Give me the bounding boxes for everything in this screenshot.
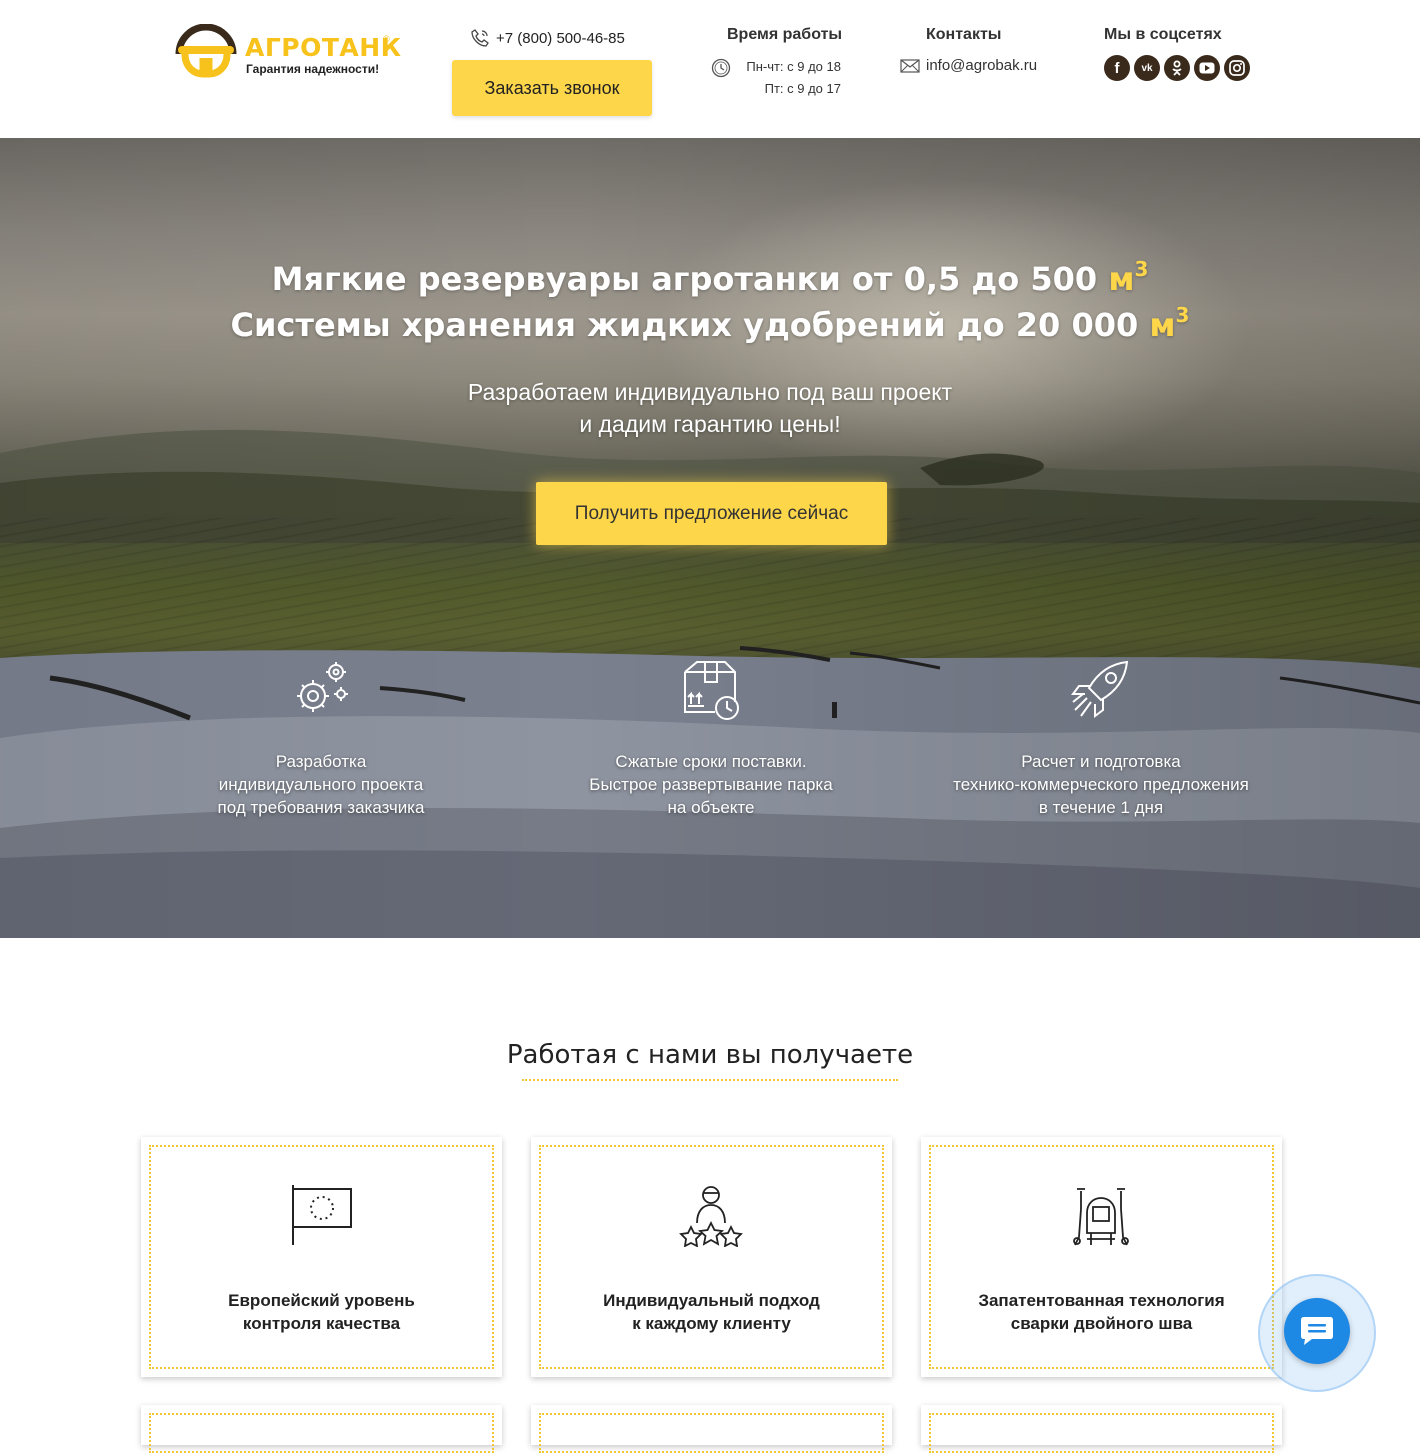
phone-number: +7 (800) 500-46-85	[496, 29, 625, 47]
get-offer-button[interactable]: Получить предложение сейчас	[536, 482, 887, 545]
card-text: Запатентованная технология сварки двойно…	[978, 1291, 1225, 1333]
site-header: АГРОТАНК ® Гарантия надежности! +7 (800)…	[0, 0, 1420, 138]
hero-section: Мягкие резервуары агротанки от 0,5 до 50…	[0, 138, 1420, 938]
hero-subtitle-line-2: и дадим гарантию цены!	[579, 411, 841, 437]
title-underline	[522, 1079, 898, 1081]
email-address: info@agrobak.ru	[926, 57, 1038, 74]
section-title: Работая с нами вы получаете	[506, 1040, 914, 1070]
logo-registered: ®	[383, 34, 390, 44]
hero-title: Мягкие резервуары агротанки от 0,5 до 50…	[210, 256, 1210, 348]
benefit-card-4	[141, 1405, 502, 1453]
logo-tagline: Гарантия надежности!	[246, 62, 380, 76]
unit-m3: м3	[1149, 303, 1190, 344]
hours-title: Время работы	[727, 26, 843, 43]
benefit-card-5	[531, 1405, 892, 1453]
feature-text: Расчет и подготовка технико-коммерческог…	[953, 752, 1249, 817]
odnoklassniki-icon[interactable]	[1164, 55, 1190, 81]
benefit-card-2: Индивидуальный подход к каждому клиенту	[531, 1137, 892, 1377]
hero-subtitle-line-1: Разработаем индивидуально под ваш проект	[467, 379, 953, 405]
facebook-icon[interactable]: f	[1104, 55, 1130, 81]
hours-line-2: Пт: с 9 до 17	[764, 81, 841, 96]
hero-title-line-1: Мягкие резервуары агротанки от 0,5 до 50…	[271, 260, 1098, 298]
rocket-icon	[1071, 660, 1129, 718]
benefit-card-1: Европейский уровень контроля качества	[141, 1137, 502, 1377]
social-links: f vk	[1104, 55, 1250, 81]
box-clock-icon	[684, 661, 739, 720]
phone-icon	[471, 29, 489, 47]
eu-flag-icon	[292, 1185, 352, 1245]
logo[interactable]: АГРОТАНК ® Гарантия надежности!	[175, 24, 402, 80]
card-border	[539, 1145, 884, 1369]
hero-subtitle: Разработаем индивидуально под ваш проект…	[310, 376, 1110, 440]
gears-icon	[297, 662, 348, 712]
benefit-card-3: Запатентованная технология сварки двойно…	[921, 1137, 1282, 1377]
unit-m3: м3	[1108, 257, 1149, 298]
hero-feature-1: Разработка индивидуального проекта под т…	[151, 658, 491, 819]
hero-feature-3: Расчет и подготовка технико-коммерческог…	[931, 658, 1271, 819]
contacts-title: Контакты	[926, 26, 1002, 43]
card-border	[149, 1145, 494, 1369]
card-border	[929, 1145, 1274, 1369]
feature-text: Сжатые сроки поставки. Быстрое развертыв…	[589, 752, 833, 817]
logo-name: АГРОТАНК	[245, 33, 402, 62]
welder-icon	[1073, 1188, 1129, 1246]
card-text: Европейский уровень контроля качества	[228, 1291, 415, 1333]
hero-feature-2: Сжатые сроки поставки. Быстрое развертыв…	[541, 658, 881, 819]
chat-button[interactable]	[1284, 1298, 1350, 1364]
vk-icon[interactable]: vk	[1134, 55, 1160, 81]
mail-icon	[900, 58, 920, 73]
feature-text: Разработка индивидуального проекта под т…	[217, 752, 425, 817]
benefit-card-6	[921, 1405, 1282, 1453]
logo-mark-icon	[175, 24, 237, 78]
card-text: Индивидуальный подход к каждому клиенту	[603, 1291, 820, 1333]
social-title: Мы в соцсетях	[1104, 26, 1222, 43]
hero-title-line-2: Системы хранения жидких удобрений до 20 …	[230, 306, 1139, 344]
instagram-icon[interactable]	[1224, 55, 1250, 81]
clock-icon	[711, 58, 731, 78]
person-stars-icon	[679, 1186, 743, 1247]
phone-link[interactable]: +7 (800) 500-46-85	[470, 28, 625, 48]
order-call-button[interactable]: Заказать звонок	[452, 60, 652, 116]
email-link[interactable]: info@agrobak.ru	[900, 57, 1037, 74]
chat-bubble-icon	[1301, 1317, 1333, 1345]
working-hours: Пн-чт: с 9 до 18 Пт: с 9 до 17	[711, 56, 841, 100]
youtube-icon[interactable]	[1194, 55, 1220, 81]
